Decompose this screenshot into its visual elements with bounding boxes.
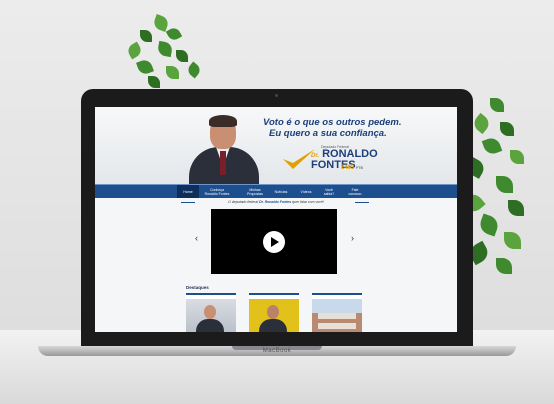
highlight-image-3 [312, 299, 362, 332]
carousel-prev-arrow[interactable]: ‹ [195, 233, 198, 243]
nav-noticias[interactable]: Notícias [271, 185, 291, 198]
highlight-card-2[interactable] [249, 293, 299, 332]
webcam [275, 94, 278, 97]
main-nav: Home Conheça Ronaldo Fontes Minhas Propo… [95, 184, 457, 198]
candidate-logo[interactable]: Deputado Federal Dr. RONALDO FONTES 1463… [281, 145, 391, 175]
highlight-card-3[interactable] [312, 293, 362, 332]
nav-conheca[interactable]: Conheça Ronaldo Fontes [203, 185, 231, 198]
video-player[interactable] [211, 209, 337, 274]
slogan: Voto é o que os outros pedem. Eu quero a… [263, 117, 401, 139]
slogan-line-1: Voto é o que os outros pedem. [263, 117, 402, 128]
carousel-next-arrow[interactable]: › [351, 233, 354, 243]
plant-left [118, 14, 208, 94]
laptop-screen: Voto é o que os outros pedem. Eu quero a… [95, 107, 457, 332]
intro-text: O deputado federal Dr. Ronaldo Fontes qu… [228, 200, 324, 204]
nav-home[interactable]: Home [177, 185, 199, 198]
site-header: Voto é o que os outros pedem. Eu quero a… [95, 107, 457, 184]
logo-number: 1463 PTB [341, 165, 364, 171]
nav-voce-sabia[interactable]: Você sabia? [321, 185, 337, 198]
laptop-brand-label: MacBook [262, 348, 292, 354]
nav-videos[interactable]: Vídeos [297, 185, 315, 198]
highlight-image-2 [249, 299, 299, 332]
highlight-card-1[interactable] [186, 293, 236, 332]
nav-fale-conosco[interactable]: Fale conosco [345, 185, 365, 198]
nav-propostas[interactable]: Minhas Propostas [243, 185, 267, 198]
highlights-title: Destaques [186, 285, 209, 290]
laptop-lid: Voto é o que os outros pedem. Eu quero a… [81, 89, 473, 349]
play-icon[interactable] [263, 231, 285, 253]
slogan-line-2: Eu quero a sua confiança. [269, 128, 387, 139]
candidate-photo [185, 115, 263, 184]
highlight-image-1 [186, 299, 236, 332]
